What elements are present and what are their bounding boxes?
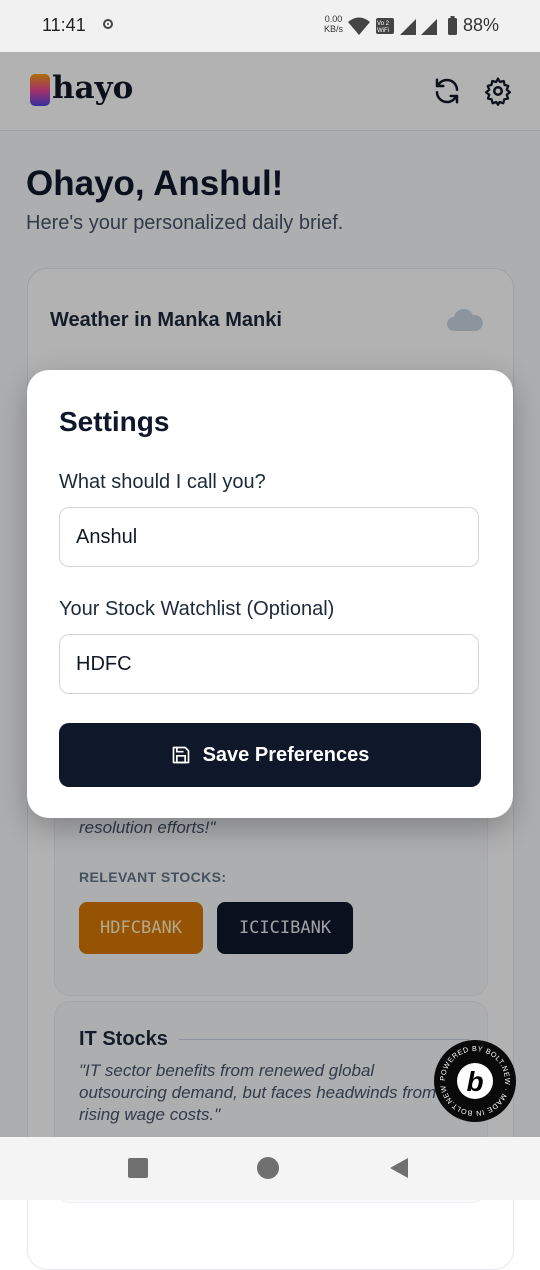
save-preferences-label: Save Preferences xyxy=(202,743,370,766)
name-input[interactable] xyxy=(59,507,479,567)
svg-text:WiFi: WiFi xyxy=(377,28,389,34)
battery-level: 88% xyxy=(463,15,500,35)
svg-text:b: b xyxy=(466,1066,483,1097)
battery-icon xyxy=(448,18,457,35)
modal-title: Settings xyxy=(59,406,170,437)
screen-record-icon xyxy=(103,19,113,29)
save-preferences-button[interactable]: Save Preferences xyxy=(59,723,481,787)
watchlist-label: Your Stock Watchlist (Optional) xyxy=(59,598,335,620)
system-nav-bar xyxy=(0,1137,540,1200)
save-icon xyxy=(172,746,189,764)
settings-modal: Settings What should I call you? Your St… xyxy=(27,370,513,818)
watchlist-input[interactable] xyxy=(59,634,479,694)
name-label: What should I call you? xyxy=(59,471,266,493)
status-icons: Vo 2 WiFi xyxy=(348,16,457,35)
recents-button[interactable] xyxy=(128,1158,148,1178)
svg-text:Vo 2: Vo 2 xyxy=(377,21,390,27)
status-bar: 11:41 0.00 KB/s Vo 2 WiFi 88% xyxy=(0,0,540,52)
network-speed: 0.00 KB/s xyxy=(324,14,344,34)
wifi-icon xyxy=(348,17,370,35)
status-time: 11:41 xyxy=(42,15,86,35)
home-button[interactable] xyxy=(257,1157,279,1179)
signal-icon xyxy=(400,19,416,35)
signal-icon xyxy=(421,19,437,35)
bolt-badge[interactable]: POWERED BY BOLT.NEW · MADE IN BOLT.NEW ·… xyxy=(433,1033,516,1122)
back-button[interactable] xyxy=(388,1157,410,1179)
bolt-logo-icon: POWERED BY BOLT.NEW · MADE IN BOLT.NEW ·… xyxy=(433,1033,512,1118)
